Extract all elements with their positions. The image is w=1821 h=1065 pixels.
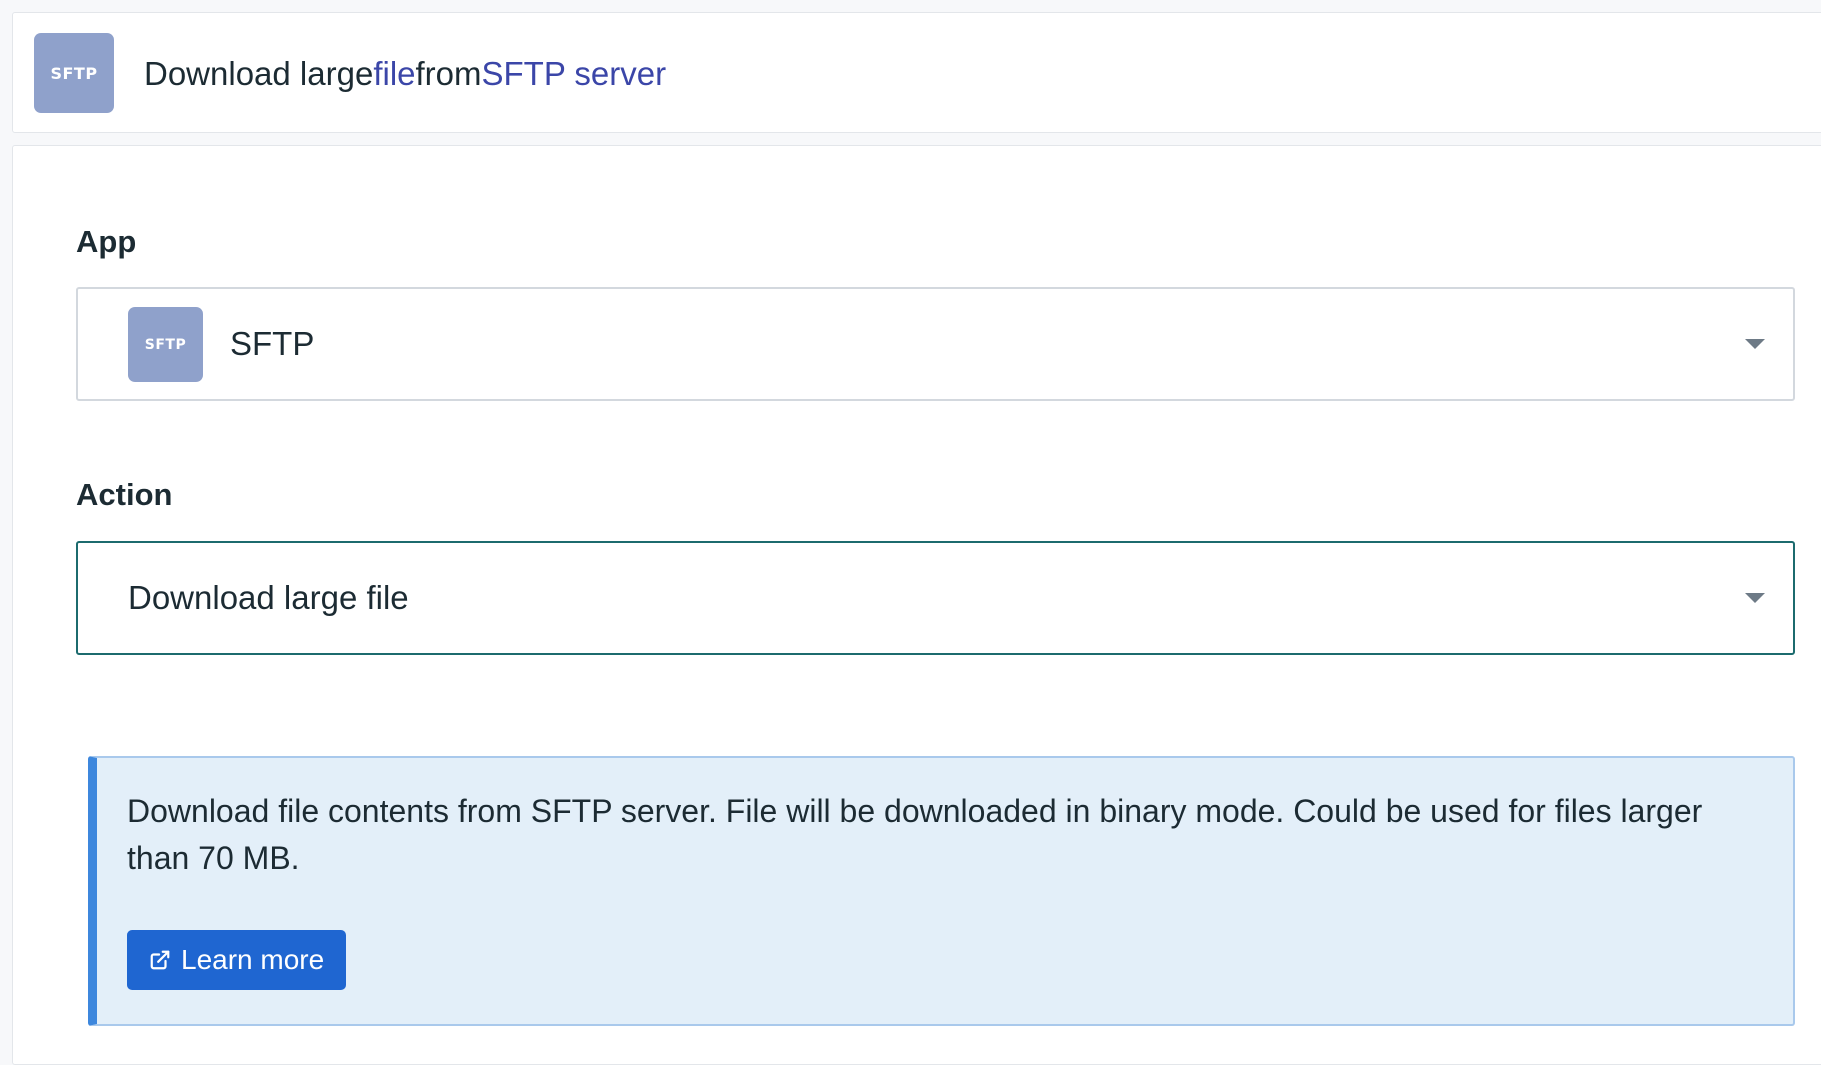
learn-more-button[interactable]: Learn more [127, 930, 347, 990]
action-description: Download file contents from SFTP server.… [127, 793, 1703, 876]
title-text-4: SFTP server [481, 54, 667, 92]
learn-more-label: Learn more [181, 944, 325, 975]
action-info-box: Download file contents from SFTP server.… [88, 756, 1795, 1026]
sftp-app-icon: SFTP [128, 307, 203, 382]
title-text-3: from [415, 54, 482, 92]
step-config-card: App SFTP SFTP Action Download large file… [12, 145, 1821, 1065]
header-card: SFTP Download large file from SFTP serve… [12, 12, 1821, 133]
external-link-icon [149, 949, 171, 971]
sftp-icon-text: SFTP [144, 336, 187, 353]
sftp-app-logo: SFTP [34, 33, 114, 113]
title-text-2: file [373, 54, 416, 92]
chevron-down-icon[interactable] [1745, 339, 1765, 349]
action-select[interactable]: Download large file [76, 541, 1795, 655]
app-field-label: App [76, 224, 137, 259]
title-text-1: Download large [144, 54, 374, 92]
sftp-logo-text: SFTP [50, 63, 98, 83]
action-select-value: Download large file [128, 579, 409, 616]
app-select[interactable]: SFTP SFTP [76, 287, 1795, 401]
chevron-down-icon[interactable] [1745, 593, 1765, 603]
app-select-value: SFTP [230, 325, 315, 362]
action-field-label: Action [76, 477, 173, 512]
step-title: Download large file from SFTP server [144, 13, 666, 134]
